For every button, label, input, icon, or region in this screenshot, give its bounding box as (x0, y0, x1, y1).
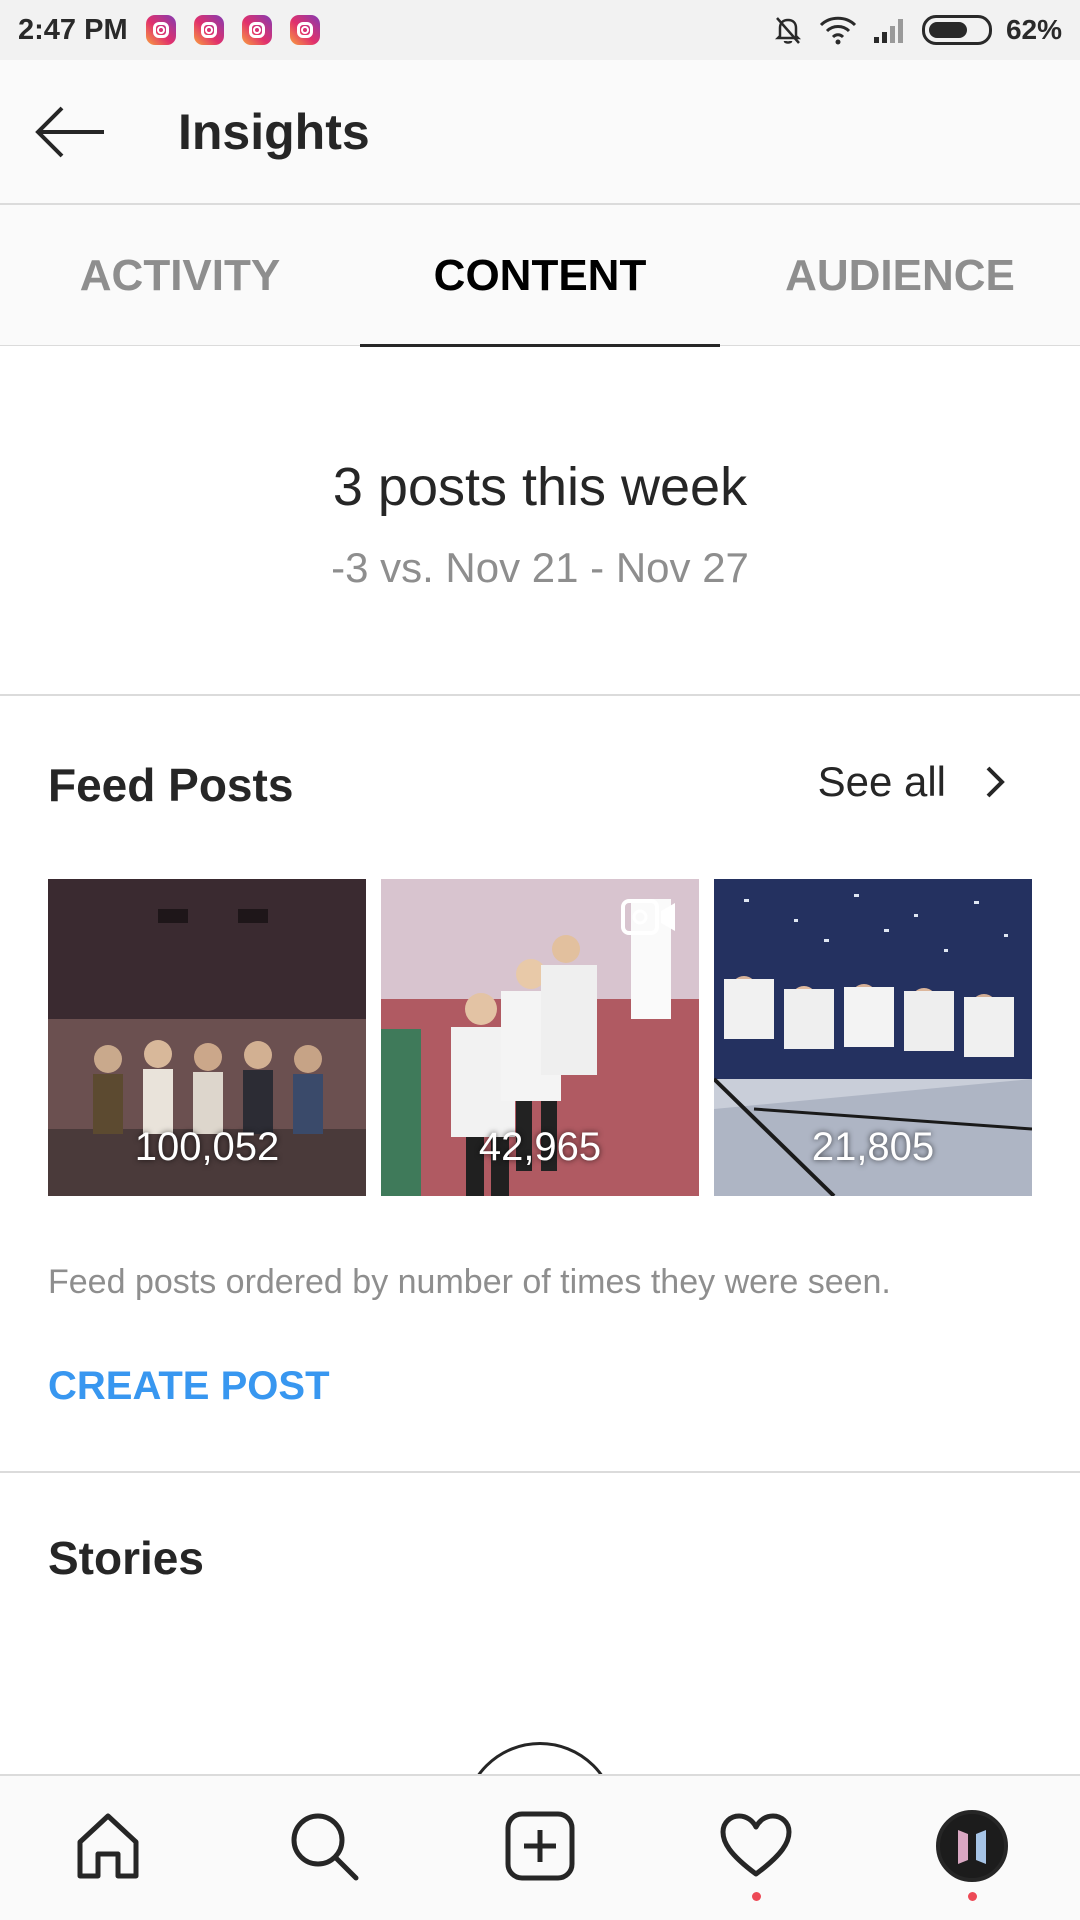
see-all-label: See all (817, 758, 946, 805)
video-camera-icon (621, 899, 675, 935)
search-icon (291, 1813, 359, 1881)
feed-posts-note: Feed posts ordered by number of times th… (48, 1263, 891, 1301)
instagram-notification-icon (241, 15, 272, 45)
app-header: Insights (0, 60, 1080, 205)
see-all-button[interactable]: See all (818, 758, 1008, 806)
add-post-icon (505, 1811, 575, 1881)
bottom-navigation (0, 1774, 1080, 1920)
signal-icon (873, 19, 903, 43)
nav-home[interactable] (58, 1796, 158, 1896)
activity-notification-dot (752, 1892, 761, 1901)
status-bar: 2:47 PM 62% (0, 0, 1080, 60)
post-impressions: 21,805 (811, 1125, 935, 1169)
profile-notification-dot (968, 1892, 977, 1901)
bts-logo-icon (958, 1830, 986, 1864)
post-impressions: 42,965 (478, 1125, 602, 1169)
create-post-button[interactable]: CREATE POST (48, 1364, 330, 1409)
bell-muted-icon (774, 17, 801, 44)
feed-post-thumbnail[interactable]: 21,805 (714, 879, 1032, 1196)
home-icon (77, 1813, 139, 1879)
nav-search[interactable] (274, 1796, 374, 1896)
feed-posts-section: Feed Posts See all 100,052 42,965 21,805… (0, 696, 1080, 1473)
instagram-notification-icon (289, 15, 320, 45)
back-button[interactable] (34, 102, 106, 162)
activity-heart-icon (720, 1813, 792, 1877)
page-title: Insights (178, 103, 370, 160)
tab-activity[interactable]: ACTIVITY (0, 205, 360, 346)
tab-audience[interactable]: AUDIENCE (720, 205, 1080, 346)
feed-post-thumbnails: 100,052 42,965 21,805 (48, 879, 1032, 1196)
feed-posts-title: Feed Posts (48, 759, 294, 811)
posts-summary: 3 posts this week -3 vs. Nov 21 - Nov 27 (0, 346, 1080, 696)
battery-percent: 62% (1005, 14, 1062, 45)
instagram-notification-icon (145, 15, 176, 45)
instagram-notification-icon (193, 15, 224, 45)
feed-post-thumbnail[interactable]: 42,965 (381, 879, 699, 1196)
profile-avatar (936, 1810, 1008, 1882)
nav-new-post[interactable] (490, 1796, 590, 1896)
posts-comparison: -3 vs. Nov 21 - Nov 27 (331, 544, 749, 591)
status-right: 62% (772, 14, 1062, 46)
tab-content[interactable]: CONTENT (360, 205, 720, 347)
nav-activity[interactable] (706, 1796, 806, 1901)
wifi-icon (819, 16, 857, 45)
feed-post-thumbnail[interactable]: 100,052 (48, 879, 366, 1196)
post-impressions: 100,052 (134, 1125, 280, 1169)
posts-count-headline: 3 posts this week (332, 457, 748, 517)
status-time: 2:47 PM (18, 13, 128, 46)
back-arrow-icon (35, 106, 104, 157)
battery-icon (921, 15, 992, 45)
nav-profile[interactable] (922, 1796, 1022, 1901)
insights-tabs: ACTIVITY CONTENT AUDIENCE (0, 205, 1080, 347)
stories-title: Stories (48, 1532, 204, 1584)
chevron-right-icon (986, 766, 1005, 798)
